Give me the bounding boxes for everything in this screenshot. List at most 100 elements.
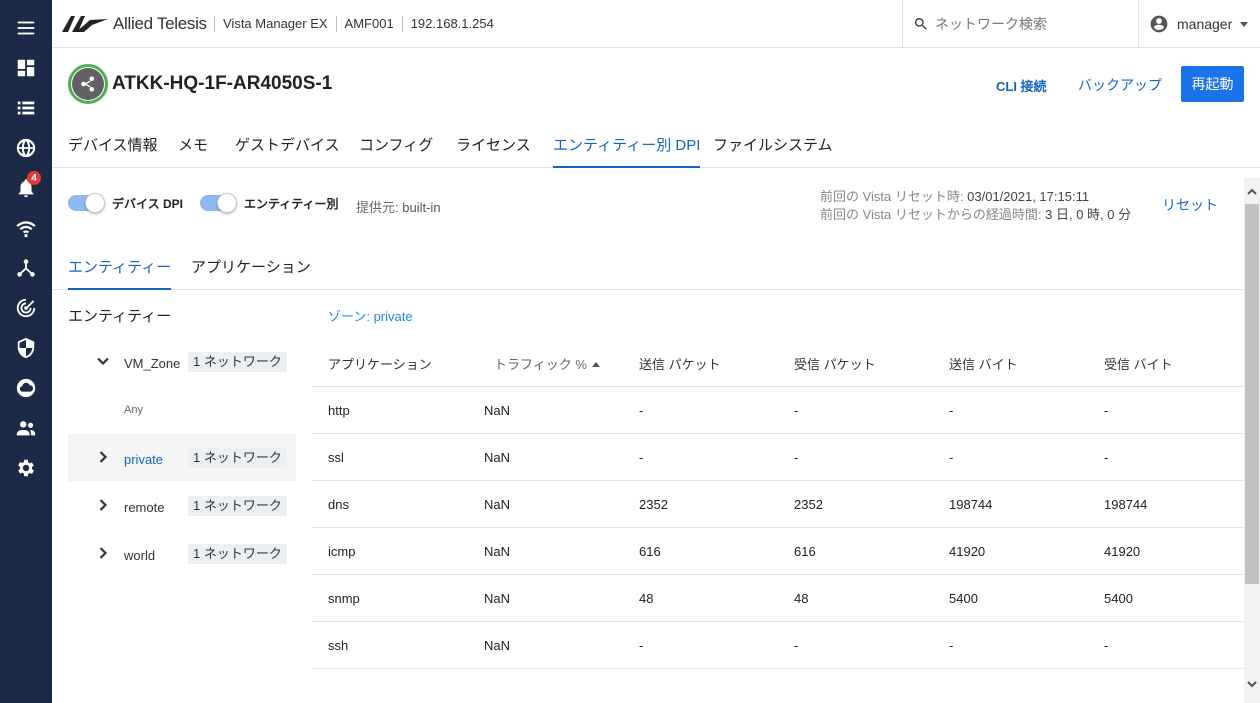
radar-icon[interactable]: [0, 288, 52, 328]
allied-telesis-logo: Allied Telesis: [62, 14, 207, 34]
cell-traffic: NaN: [484, 450, 511, 465]
dpi-subtabs: エンティティー アプリケーション: [52, 247, 1244, 290]
tree-zone-world[interactable]: world 1 ネットワーク: [68, 530, 296, 578]
device-dpi-toggle[interactable]: [68, 193, 105, 213]
tree-child-any[interactable]: Any: [124, 404, 143, 416]
cell-tx-bytes: 41920: [949, 544, 986, 559]
breadcrumb: Vista Manager EX AMF001 192.168.1.254: [214, 16, 502, 32]
tree-zone-remote[interactable]: remote 1 ネットワーク: [68, 482, 296, 530]
nav-rail: 4: [0, 0, 52, 703]
cell-rx-bytes: -: [1104, 403, 1109, 418]
cell-tx-bytes: 5400: [949, 591, 978, 606]
cell-traffic: NaN: [484, 403, 511, 418]
network-count-badge: 1 ネットワーク: [188, 496, 287, 516]
cli-connect-button[interactable]: CLI 接続: [996, 76, 1047, 95]
tab-config[interactable]: コンフィグ: [359, 134, 433, 168]
search-icon: [914, 18, 927, 30]
reset-info: 前回の Vista リセット時: 03/01/2021, 17:15:11 前回…: [820, 188, 1131, 224]
cell-application: snmp: [328, 591, 360, 606]
col-tx-bytes[interactable]: 送信 バイト: [949, 354, 1018, 373]
breadcrumb-ip[interactable]: 192.168.1.254: [401, 16, 502, 32]
cell-rx-bytes: 41920: [1104, 544, 1141, 559]
elapsed-label: 前回の Vista リセットからの経過時間:: [820, 207, 1042, 222]
backup-button[interactable]: バックアップ: [1078, 75, 1162, 95]
device-status-icon: [68, 64, 108, 104]
gear-icon[interactable]: [0, 448, 52, 488]
network-search: [902, 0, 1138, 48]
tab-license[interactable]: ライセンス: [456, 134, 531, 168]
cell-traffic: NaN: [484, 497, 511, 512]
cell-tx-packets: -: [639, 450, 644, 465]
topology-icon[interactable]: [0, 248, 52, 288]
tab-file-system[interactable]: ファイルシステム: [713, 134, 833, 168]
cell-rx-packets: 616: [794, 544, 816, 559]
tree-zone-vm-zone[interactable]: VM_Zone 1 ネットワーク: [68, 338, 296, 386]
scroll-up-icon[interactable]: [1246, 185, 1258, 197]
provider-info: 提供元: built-in: [356, 197, 441, 216]
cell-traffic: NaN: [484, 591, 511, 606]
table-row[interactable]: http NaN - - - -: [312, 387, 1243, 434]
tree-zone-name: world: [124, 548, 156, 563]
cloud-icon[interactable]: [0, 368, 52, 408]
cell-application: ssh: [328, 638, 349, 653]
dashboard-icon[interactable]: [0, 48, 52, 88]
table-row[interactable]: snmp NaN 48 48 5400 5400: [312, 575, 1243, 622]
col-rx-bytes[interactable]: 受信 バイト: [1104, 354, 1173, 373]
network-count-badge: 1 ネットワーク: [188, 448, 287, 468]
entity-dpi-toggle[interactable]: [200, 193, 237, 213]
users-icon[interactable]: [0, 408, 52, 448]
tab-guest-devices[interactable]: ゲストデバイス: [235, 134, 340, 168]
reboot-button[interactable]: 再起動: [1181, 66, 1244, 102]
breadcrumb-area[interactable]: AMF001: [335, 16, 402, 32]
application-table: アプリケーション トラフィック % 送信 パケット 受信 パケット 送信 バイト…: [312, 337, 1243, 669]
bell-icon[interactable]: 4: [0, 168, 52, 208]
chevron-right-icon[interactable]: [96, 450, 110, 464]
cell-tx-bytes: -: [949, 450, 954, 465]
tree-zone-private[interactable]: private 1 ネットワーク: [68, 434, 296, 482]
col-application[interactable]: アプリケーション: [328, 354, 432, 373]
cell-application: dns: [328, 497, 349, 512]
chevron-right-icon[interactable]: [96, 546, 110, 560]
subtab-entity[interactable]: エンティティー: [68, 256, 172, 290]
share-icon: [81, 76, 94, 92]
table-row[interactable]: ssl NaN - - - -: [312, 434, 1243, 481]
wifi-icon[interactable]: [0, 208, 52, 248]
col-tx-packets[interactable]: 送信 パケット: [639, 354, 721, 373]
cell-rx-bytes: 5400: [1104, 591, 1133, 606]
cell-tx-packets: 2352: [639, 497, 668, 512]
zone-label: ゾーン: private: [328, 309, 413, 324]
subtab-application[interactable]: アプリケーション: [191, 256, 311, 290]
cell-rx-packets: 48: [794, 591, 809, 606]
entity-tree-title: エンティティー: [68, 308, 172, 325]
list-icon[interactable]: [0, 88, 52, 128]
shield-icon[interactable]: [0, 328, 52, 368]
cell-rx-packets: 2352: [794, 497, 823, 512]
cell-tx-packets: -: [639, 403, 644, 418]
table-row[interactable]: icmp NaN 616 616 41920 41920: [312, 528, 1243, 575]
chevron-right-icon[interactable]: [96, 498, 110, 512]
col-rx-packets[interactable]: 受信 パケット: [794, 354, 876, 373]
cell-tx-bytes: -: [949, 638, 954, 653]
menu-icon[interactable]: [0, 8, 52, 48]
cell-rx-bytes: -: [1104, 450, 1109, 465]
col-traffic-percent[interactable]: トラフィック %: [494, 354, 600, 373]
scroll-down-icon[interactable]: [1246, 677, 1258, 689]
notification-badge: 4: [27, 171, 41, 185]
globe-icon[interactable]: [0, 128, 52, 168]
tree-zone-name: private: [124, 452, 164, 467]
network-count-badge: 1 ネットワーク: [188, 352, 287, 372]
reset-button[interactable]: リセット: [1162, 195, 1218, 215]
chevron-down-icon[interactable]: [96, 354, 110, 368]
table-row[interactable]: dns NaN 2352 2352 198744 198744: [312, 481, 1243, 528]
search-input[interactable]: [935, 16, 1125, 32]
device-tabs: デバイス情報 メモ ゲストデバイス コンフィグ ライセンス エンティティー別 D…: [52, 120, 1260, 168]
last-reset-label: 前回の Vista リセット時:: [820, 189, 964, 204]
cell-rx-bytes: 198744: [1104, 497, 1148, 512]
table-row[interactable]: ssh NaN - - - -: [312, 622, 1243, 669]
breadcrumb-app[interactable]: Vista Manager EX: [214, 16, 336, 32]
scrollbar-thumb[interactable]: [1245, 204, 1259, 584]
tab-device-info[interactable]: デバイス情報: [68, 134, 158, 168]
tab-entity-dpi[interactable]: エンティティー別 DPI: [553, 134, 701, 168]
tab-memo[interactable]: メモ: [178, 134, 208, 168]
user-menu[interactable]: manager: [1138, 0, 1260, 48]
